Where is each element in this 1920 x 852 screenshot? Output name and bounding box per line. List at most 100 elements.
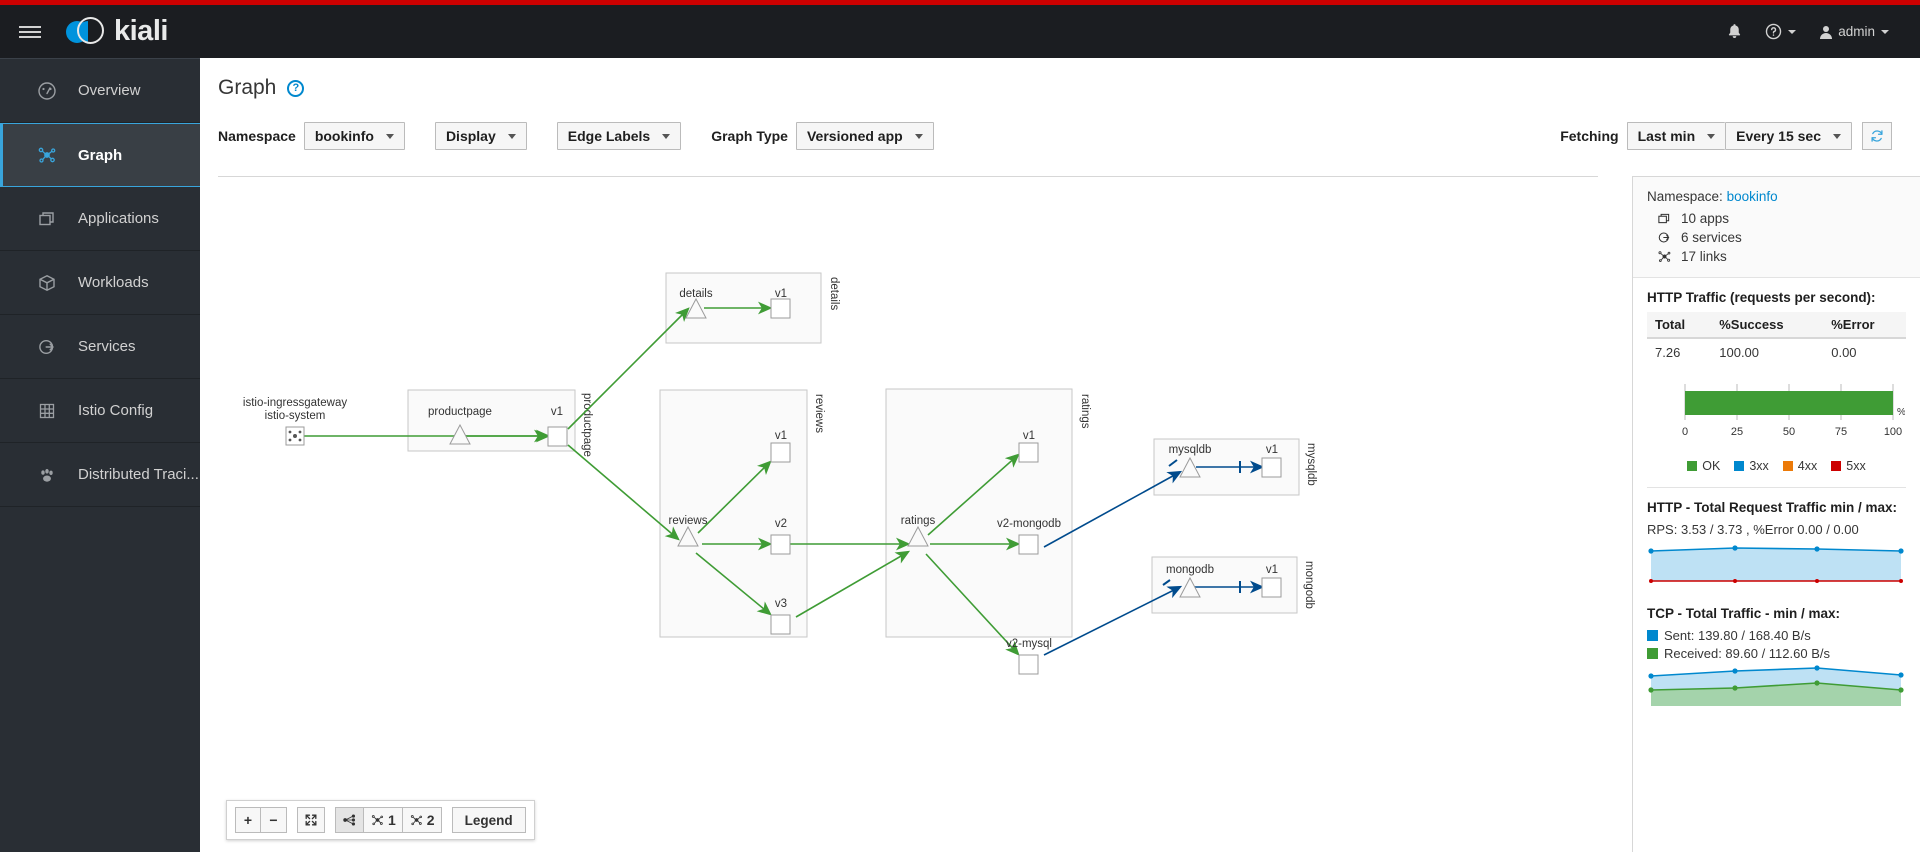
summary-namespace-row: Namespace: bookinfo bbox=[1647, 189, 1906, 204]
sidebar-item-label: Graph bbox=[78, 146, 123, 164]
question-circle-icon[interactable]: ? bbox=[287, 79, 305, 97]
tcp-received-label: Received: 89.60 / 112.60 B/s bbox=[1664, 646, 1830, 661]
tick-0: 0 bbox=[1682, 426, 1688, 438]
svg-text:istio-ingressgateway: istio-ingressgateway bbox=[243, 397, 347, 409]
hamburger-icon[interactable] bbox=[0, 5, 60, 58]
svg-text:mongodb: mongodb bbox=[1166, 564, 1214, 576]
svg-text:mysqldb: mysqldb bbox=[1305, 443, 1317, 486]
svg-text:ratings: ratings bbox=[1079, 394, 1091, 429]
edge-labels-dropdown[interactable]: Edge Labels bbox=[556, 122, 682, 150]
tick-25: 25 bbox=[1731, 426, 1743, 438]
topology-icon bbox=[36, 144, 58, 166]
zoom-out-button[interactable]: − bbox=[261, 807, 287, 833]
table-header-row: Total %Success %Error bbox=[1647, 312, 1906, 339]
workloads-icon bbox=[36, 272, 58, 294]
sidebar-item-workloads[interactable]: Workloads bbox=[0, 251, 200, 315]
refresh-interval-dropdown[interactable]: Every 15 sec bbox=[1725, 122, 1852, 150]
group-box-reviews: reviews bbox=[659, 389, 825, 638]
sidebar-item-label: Overview bbox=[78, 82, 141, 99]
service-graph-canvas[interactable]: details reviews ratings productpage mysq… bbox=[218, 176, 1598, 852]
svg-text:v1: v1 bbox=[1023, 430, 1035, 442]
sidebar-item-services[interactable]: Services bbox=[0, 315, 200, 379]
http-sparkline bbox=[1648, 545, 1904, 583]
stat-apps: 10 apps bbox=[1647, 209, 1906, 228]
graph-svg: details reviews ratings productpage mysq… bbox=[243, 272, 1317, 675]
svg-text:v2-mysql: v2-mysql bbox=[1006, 638, 1052, 650]
tcp-sent-swatch bbox=[1647, 630, 1658, 641]
status-bar-svg: % 0 25 50 75 100 bbox=[1682, 384, 1906, 438]
cell-error: 0.00 bbox=[1831, 345, 1857, 360]
cell-success: 100.00 bbox=[1719, 345, 1760, 360]
legend-button[interactable]: Legend bbox=[451, 807, 526, 833]
masthead: kiali admin bbox=[0, 5, 1920, 58]
svg-text:v3: v3 bbox=[775, 598, 787, 610]
bell-icon[interactable] bbox=[1717, 15, 1752, 48]
layout-2-button[interactable]: 2 bbox=[402, 807, 442, 833]
layout-1-button[interactable]: 1 bbox=[364, 807, 403, 833]
zoom-button-group: + − bbox=[235, 807, 287, 833]
tcp-sparkline bbox=[1648, 665, 1904, 706]
duration-dropdown[interactable]: Last min bbox=[1626, 122, 1726, 150]
svg-text:mysqldb: mysqldb bbox=[1169, 444, 1212, 456]
dashboard-icon bbox=[36, 80, 58, 102]
user-menu[interactable]: admin bbox=[1809, 16, 1898, 48]
namespace-link[interactable]: bookinfo bbox=[1727, 189, 1778, 204]
namespace-dropdown[interactable]: bookinfo bbox=[303, 122, 405, 150]
summary-header: Namespace: bookinfo 10 apps 6 services 1… bbox=[1633, 177, 1920, 278]
table-row: 7.26 100.00 0.00 bbox=[1647, 338, 1906, 366]
sidebar-item-istio-config[interactable]: Istio Config bbox=[0, 379, 200, 443]
sidebar-item-overview[interactable]: Overview bbox=[0, 59, 200, 123]
svg-text:productpage: productpage bbox=[581, 393, 593, 457]
svg-text:v1: v1 bbox=[1266, 444, 1278, 456]
namespace-summary-panel: Namespace: bookinfo 10 apps 6 services 1… bbox=[1632, 176, 1920, 852]
svg-text:productpage: productpage bbox=[428, 406, 492, 418]
fit-to-screen-icon[interactable] bbox=[297, 807, 325, 833]
tick-75: 75 bbox=[1835, 426, 1847, 438]
sidebar-item-graph[interactable]: Graph bbox=[0, 123, 200, 187]
layout-button-group: 1 2 bbox=[335, 807, 442, 833]
node-ratings-v2-mysql: v2-mysql bbox=[1006, 638, 1052, 675]
stat-services: 6 services bbox=[1647, 228, 1906, 247]
http-request-traffic-sub: RPS: 3.53 / 3.73 , %Error 0.00 / 0.00 bbox=[1647, 522, 1859, 537]
sidebar-item-label: Workloads bbox=[78, 274, 149, 291]
refresh-interval-value: Every 15 sec bbox=[1736, 128, 1821, 144]
bar-ok bbox=[1685, 391, 1893, 415]
fetching-controls: Fetching Last min Every 15 sec bbox=[1560, 122, 1920, 150]
stat-links: 17 links bbox=[1647, 247, 1906, 266]
sidebar-item-distributed-tracing[interactable]: Distributed Traci... bbox=[0, 443, 200, 507]
svg-text:v2-mongodb: v2-mongodb bbox=[997, 518, 1061, 530]
legend-4xx: 4xx bbox=[1782, 459, 1817, 473]
services-icon bbox=[1658, 232, 1670, 243]
sidebar-item-label: Applications bbox=[78, 210, 159, 227]
zoom-in-button[interactable]: + bbox=[235, 807, 261, 833]
sidebar-item-label: Istio Config bbox=[78, 402, 154, 419]
paw-icon bbox=[36, 464, 58, 486]
svg-text:istio-system: istio-system bbox=[265, 410, 326, 422]
tick-100: 100 bbox=[1884, 426, 1902, 438]
layout-1-label: 1 bbox=[388, 812, 396, 828]
svg-text:v1: v1 bbox=[551, 406, 563, 418]
duration-value: Last min bbox=[1637, 128, 1696, 144]
namespace-label: Namespace bbox=[218, 128, 296, 144]
layout-dagre-icon[interactable] bbox=[335, 807, 364, 833]
svg-text:reviews: reviews bbox=[669, 515, 708, 527]
http-request-traffic-title: HTTP - Total Request Traffic min / max: bbox=[1647, 500, 1898, 515]
brand-logo[interactable]: kiali bbox=[66, 15, 168, 49]
display-label: Display bbox=[445, 128, 496, 144]
refresh-icon[interactable] bbox=[1862, 122, 1892, 150]
graph-controls-bar: + − 1 2 Legend bbox=[226, 800, 535, 840]
legend-ok: OK bbox=[1687, 459, 1720, 473]
graph-type-dropdown[interactable]: Versioned app bbox=[795, 122, 934, 150]
sidebar-item-applications[interactable]: Applications bbox=[0, 187, 200, 251]
help-icon[interactable] bbox=[1756, 15, 1805, 48]
svg-text:mongodb: mongodb bbox=[1303, 561, 1315, 609]
percent-symbol: % bbox=[1897, 407, 1905, 418]
node-istio-ingressgateway: istio-ingressgateway istio-system bbox=[243, 397, 347, 446]
stat-apps-label: 10 apps bbox=[1681, 211, 1730, 226]
fetching-label: Fetching bbox=[1560, 128, 1619, 144]
tcp-received-swatch bbox=[1647, 648, 1658, 659]
display-dropdown[interactable]: Display bbox=[434, 122, 527, 150]
page-header: Graph ? bbox=[200, 58, 1920, 100]
sidebar-item-label: Services bbox=[78, 338, 136, 355]
http-traffic-title: HTTP Traffic (requests per second): bbox=[1647, 290, 1876, 305]
